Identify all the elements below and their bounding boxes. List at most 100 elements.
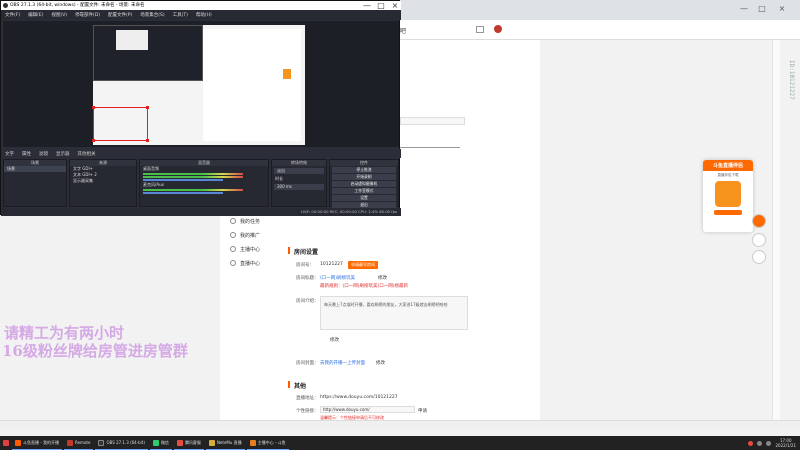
apply-vanity-button[interactable]: 申请靓号房间 (348, 261, 378, 269)
properties-button[interactable]: 属性 (22, 151, 31, 157)
sidebar-item-anchor[interactable]: 主播中心 (230, 243, 260, 255)
download-icon[interactable] (476, 26, 484, 33)
system-tray: 17:00 2022/1/21 (748, 438, 800, 448)
tray-icon[interactable] (748, 440, 754, 446)
stop-stream-button[interactable]: 停止推流 (332, 167, 396, 173)
live-icon (230, 260, 236, 266)
resize-handle[interactable] (146, 139, 149, 142)
resize-handle[interactable] (146, 106, 149, 109)
intro-text: 每天晚上7点准时开播，喜欢刷榜的朋友，大家进17级就去刷榜吧哈哈 (324, 302, 448, 307)
tray-icon[interactable] (757, 440, 763, 446)
related-button[interactable]: 其他相关 (78, 151, 96, 157)
sources-dock: 来源 文字 GDI+ 文本 GDI+ 2 显示器采集 (69, 159, 137, 207)
taskbar-item[interactable]: 斗鱼直播 - 我的开播 (12, 436, 62, 450)
scrollbar[interactable] (772, 40, 780, 422)
taskbar-item[interactable]: Remote (64, 436, 94, 450)
address-value: https://www.douyu.com/10121227 (320, 395, 398, 400)
volume-icon[interactable] (766, 440, 772, 446)
menu-view[interactable]: 视图(V) (51, 12, 67, 18)
menu-edit[interactable]: 编辑(E) (28, 12, 43, 18)
minimize-icon[interactable]: — (738, 4, 750, 14)
cover-edit-button[interactable]: 修改 (376, 360, 385, 366)
app-icon (67, 439, 73, 446)
menu-tools[interactable]: 工具(T) (173, 12, 188, 18)
menu-file[interactable]: 文件(F) (5, 12, 20, 18)
taskbar-item[interactable]: 腾讯客服 (173, 436, 204, 450)
title-hint: 最新规则：(口一网)刷榜玩美(口一网)榜最新 (320, 284, 409, 289)
display-button[interactable]: 显示器 (56, 151, 70, 157)
obs-window: OBS 27.1.3 (64-bit, windows) - 配置文件: 未命名… (0, 0, 401, 216)
obs-menubar: 文件(F) 编辑(E) 视图(V) 停靠部件(D) 配置文件(P) 场景集合(S… (1, 10, 401, 20)
nested-obs-preview (93, 25, 203, 81)
promo-download-button[interactable] (714, 210, 742, 215)
scene-item[interactable]: 场景 (4, 166, 66, 172)
menu-help[interactable]: 帮助(H) (196, 12, 212, 18)
maximize-icon[interactable]: □ (756, 4, 768, 14)
avatar[interactable] (494, 25, 502, 33)
selection-box[interactable] (92, 106, 149, 142)
personal-link-button[interactable]: 申请 (418, 408, 427, 414)
app-icon (98, 439, 105, 446)
text-tool-label: 文字 (5, 151, 14, 157)
text-field[interactable] (400, 117, 465, 125)
resize-handle[interactable] (92, 106, 95, 109)
fab-icon[interactable] (752, 214, 766, 228)
room-name-value: (口一网)刷榜玩美 (320, 276, 356, 281)
filters-button[interactable]: 滤镜 (39, 151, 48, 157)
sidebar-item-promotion[interactable]: 我的推广 (230, 229, 260, 241)
resize-handle[interactable] (92, 139, 95, 142)
menu-docks[interactable]: 停靠部件(D) (75, 12, 100, 18)
menu-profile[interactable]: 配置文件(P) (108, 12, 132, 18)
clock[interactable]: 17:00 2022/1/21 (775, 438, 796, 448)
taskbar-item[interactable]: OBS 27.1.3 (64-bit) (95, 436, 148, 450)
volume-meter (143, 173, 243, 175)
scenes-dock: 场景 场景 (3, 159, 67, 207)
personal-link-input[interactable]: http://www.douyu.com/ (320, 406, 415, 413)
task-icon (230, 218, 236, 224)
controls-dock: 控件 停止推流 开始录制 启动虚拟摄像机 工作室模式 设置 退出 (329, 159, 399, 208)
edit-title-link[interactable]: 修改 (378, 275, 387, 281)
nested-promo (283, 69, 291, 79)
intro-textarea[interactable]: 每天晚上7点准时开播，喜欢刷榜的朋友，大家进17级就去刷榜吧哈哈 (320, 296, 468, 330)
close-icon[interactable]: × (776, 4, 788, 14)
room-id: 10121227 (320, 262, 343, 267)
studio-mode-button[interactable]: 工作室模式 (332, 188, 396, 194)
promo-card[interactable]: 斗鱼直播伴侣 直播伴侣下载 (703, 160, 753, 232)
settings-button[interactable]: 设置 (332, 195, 396, 201)
settings-icon[interactable] (752, 250, 766, 264)
slider-track[interactable] (400, 147, 460, 148)
start-recording-button[interactable]: 开始录制 (332, 174, 396, 180)
section-marker (288, 381, 290, 388)
volume-slider[interactable] (143, 179, 223, 181)
taskbar-item[interactable]: 主播中心 - 斗鱼 (246, 436, 289, 450)
volume-slider[interactable] (143, 192, 223, 194)
app-icon (15, 439, 21, 446)
duration-input[interactable]: 300 ms (274, 184, 324, 190)
browser-status-strip (0, 420, 800, 428)
app-icon (208, 439, 215, 446)
app-icon (152, 439, 159, 446)
controls-dock-title: 控件 (330, 160, 398, 166)
sidebar-item-live[interactable]: 直播中心 (230, 257, 260, 269)
page-title: 吧 (400, 28, 407, 35)
taskbar-item[interactable]: 微信 (149, 436, 172, 450)
virtual-camera-button[interactable]: 启动虚拟摄像机 (332, 181, 396, 187)
app-icon (249, 439, 256, 446)
taskbar-item[interactable]: NeteMu 直播 (205, 436, 245, 450)
anchor-icon (230, 246, 236, 252)
obs-statusbar: LIVE: 00:00:00 REC: 00:00:00 CPU: 2.4% 6… (1, 208, 401, 216)
transitions-dock: 转场特效 淡出 时长 300 ms (271, 159, 327, 207)
refresh-icon[interactable] (752, 233, 766, 247)
transition-select[interactable]: 淡出 (274, 168, 324, 174)
menu-scene-collection[interactable]: 场景集合(S) (140, 12, 164, 18)
transitions-dock-title: 转场特效 (272, 160, 326, 166)
start-icon[interactable] (0, 436, 12, 450)
cover-link[interactable]: 去我的开播一上传封面 (320, 360, 365, 366)
mixer-track-label: 麦克风/Aux (143, 182, 164, 187)
obs-title: OBS 27.1.3 (64-bit, windows) - 配置文件: 未命名… (1, 1, 401, 10)
source-item[interactable]: 显示器采集 (70, 178, 136, 184)
taskbar: 斗鱼直播 - 我的开播 Remote OBS 27.1.3 (64-bit) 微… (0, 436, 800, 450)
start-glyph (3, 440, 9, 446)
sidebar-item-tasks[interactable]: 我的任务 (230, 215, 260, 227)
save-intro-button[interactable]: 修改 (330, 337, 339, 343)
